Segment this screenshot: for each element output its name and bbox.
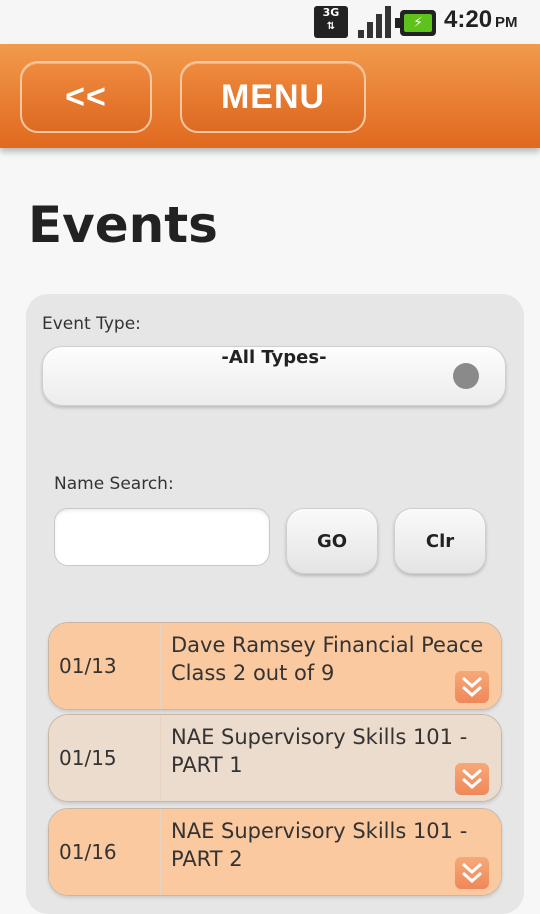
expand-chevron-icon[interactable]: [455, 857, 489, 889]
back-button[interactable]: <<: [20, 61, 152, 133]
event-type-label: Event Type:: [42, 314, 141, 334]
event-date: 01/13: [49, 623, 161, 709]
app-header: << MENU: [0, 44, 540, 148]
event-row[interactable]: 01/13 Dave Ramsey Financial Peace Class …: [48, 622, 502, 710]
expand-chevron-icon[interactable]: [455, 763, 489, 795]
event-title: NAE Supervisory Skills 101 - PART 2: [161, 809, 501, 895]
event-date: 01/16: [49, 809, 161, 895]
clock-time: 4:20: [444, 6, 493, 33]
dropdown-indicator-icon: [453, 363, 479, 389]
clock-ampm: PM: [495, 14, 518, 31]
filter-panel: Event Type: -All Types- Name Search: GO …: [26, 294, 524, 914]
event-row[interactable]: 01/16 NAE Supervisory Skills 101 - PART …: [48, 808, 502, 896]
event-title: Dave Ramsey Financial Peace Class 2 out …: [161, 623, 501, 709]
expand-chevron-icon[interactable]: [455, 671, 489, 703]
go-button[interactable]: GO: [286, 508, 378, 574]
event-date: 01/15: [49, 715, 161, 801]
event-title: NAE Supervisory Skills 101 - PART 1: [161, 715, 501, 801]
menu-button[interactable]: MENU: [180, 61, 366, 133]
page-title: Events: [28, 196, 218, 254]
name-search-label: Name Search:: [54, 474, 174, 494]
clock: 4:20 PM: [444, 6, 518, 38]
event-type-selected-value: -All Types-: [221, 347, 327, 368]
status-bar: 3G ⇅ ⚡ 4:20 PM: [0, 0, 540, 42]
clear-button[interactable]: Clr: [394, 508, 486, 574]
battery-charging-icon: ⚡: [395, 10, 436, 36]
signal-strength-icon: [358, 6, 392, 38]
event-row[interactable]: 01/15 NAE Supervisory Skills 101 - PART …: [48, 714, 502, 802]
event-type-select[interactable]: -All Types-: [42, 346, 506, 406]
network-type-label: 3G: [322, 6, 340, 19]
network-3g-icon: 3G ⇅: [314, 6, 348, 38]
name-search-input[interactable]: [54, 508, 270, 566]
